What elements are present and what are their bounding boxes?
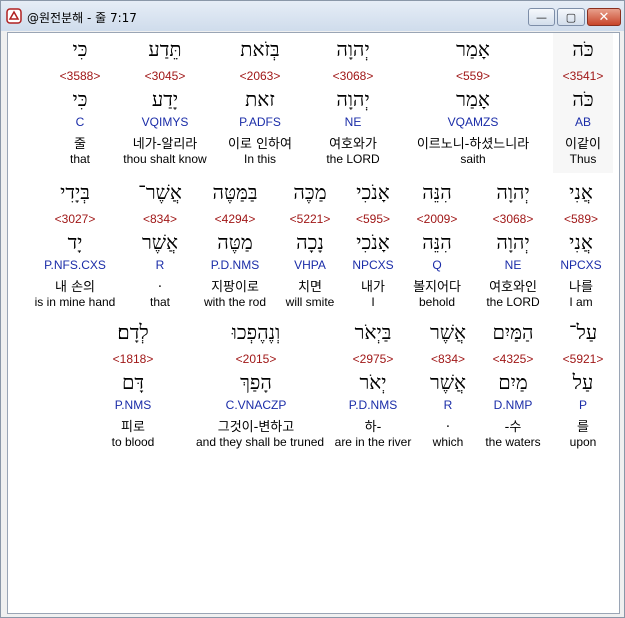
hebrew-lemma: הָפַךְ (240, 370, 272, 394)
korean-gloss: 그것이-변하고 (217, 420, 295, 435)
english-gloss: and they shall be truned (196, 435, 325, 449)
hebrew-lemma: אָמַר (456, 87, 490, 111)
hebrew-word: בְּיָדִי (60, 180, 90, 204)
hebrew-word: וְנֶהֶפְכוּ (231, 320, 281, 344)
interlinear-view: כֹּה <3541> כֹּה AB 이같이 Thus אָמַר <559> אָמַר VQ… (7, 32, 620, 614)
hebrew-lemma: כִּי (72, 87, 88, 111)
strongs-number: <2015> (235, 352, 277, 366)
english-gloss: saith (460, 152, 486, 166)
english-gloss: are in the river (334, 435, 412, 449)
strongs-number: <1818> (112, 352, 154, 366)
korean-gloss: 피로 (121, 420, 145, 435)
korean-gloss: 이르노니-하셨느니라 (416, 137, 530, 152)
strongs-number: <3541> (562, 69, 604, 83)
close-icon: ✕ (598, 9, 610, 25)
app-logo-icon (6, 8, 22, 24)
english-gloss: Thus (569, 152, 597, 166)
hebrew-lemma: דָּם (121, 370, 145, 394)
close-button[interactable]: ✕ (587, 8, 621, 26)
korean-gloss: 하- (364, 420, 382, 435)
hebrew-word: כֹּה (572, 37, 594, 61)
english-gloss: is in mine hand (34, 295, 116, 309)
morphology-code: C.VNACZP (225, 398, 287, 412)
hebrew-lemma: כֹּה (572, 87, 594, 111)
korean-gloss: 내 손의 (54, 280, 95, 295)
maximize-button[interactable]: ▢ (557, 8, 585, 26)
morphology-code: VQAMZS (447, 115, 499, 129)
morphology-code: P.D.NMS (348, 398, 398, 412)
app-window: @원전분해 - 줄 7:17 — ▢ ✕ כֹּה <3541> כֹּה AB 이같이… (0, 0, 625, 618)
morphology-code: C (75, 115, 85, 129)
strongs-number: <559> (455, 69, 491, 83)
title-bar[interactable]: @원전분해 - 줄 7:17 — ▢ ✕ (1, 1, 624, 31)
morphology-code: P.NFS.CXS (44, 258, 106, 272)
hebrew-word: לְדָם׃ (117, 320, 149, 344)
strongs-number: <3027> (54, 212, 96, 226)
strongs-number: <2975> (352, 352, 394, 366)
hebrew-word: אָמַר (456, 37, 490, 61)
maximize-icon: ▢ (565, 10, 577, 24)
window-title: @원전분해 - 줄 7:17 (27, 11, 137, 25)
hebrew-word: בַּיְאֹר (354, 320, 392, 344)
hebrew-word: כִּי (72, 37, 88, 61)
english-gloss: to blood (111, 435, 155, 449)
strongs-number: <3588> (59, 69, 101, 83)
morphology-code: AB (574, 115, 591, 129)
english-gloss: that (69, 152, 90, 166)
minimize-button[interactable]: — (528, 8, 555, 26)
minimize-icon: — (536, 10, 547, 24)
korean-gloss: 이같이 (565, 137, 601, 152)
korean-gloss: 줄 (74, 137, 86, 152)
hebrew-lemma: יְאֹר (359, 370, 387, 394)
morphology-code: P.NMS (114, 398, 152, 412)
hebrew-lemma: יָד (67, 230, 83, 254)
